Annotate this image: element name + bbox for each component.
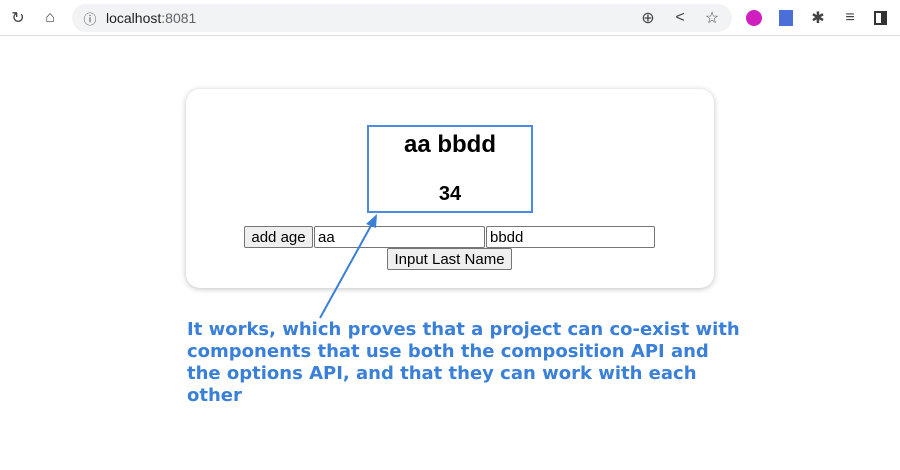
- annotation-text: It works, which proves that a project ca…: [187, 319, 740, 406]
- arrow-head: [366, 214, 377, 228]
- arrow-line: [319, 221, 374, 319]
